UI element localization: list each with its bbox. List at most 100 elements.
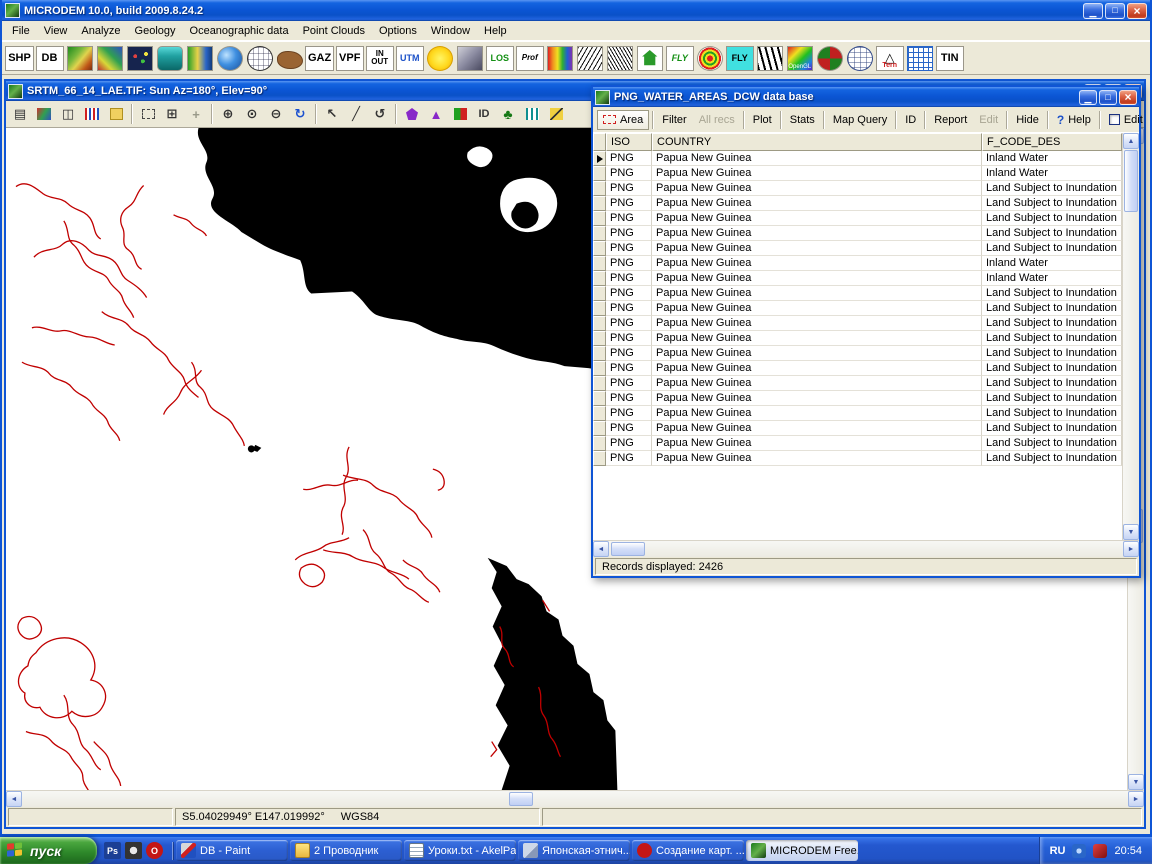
range-fan-button[interactable] bbox=[695, 43, 725, 73]
row-selector-cell[interactable] bbox=[593, 226, 606, 241]
task-explorer[interactable]: 2 Проводник bbox=[290, 840, 402, 861]
row-selector-cell[interactable] bbox=[593, 301, 606, 316]
row-selector-cell[interactable] bbox=[593, 331, 606, 346]
table-row[interactable]: PNG Papua New Guinea Inland Water bbox=[593, 166, 1122, 181]
report-button[interactable]: Report bbox=[929, 111, 972, 129]
vpf-button[interactable]: VPF bbox=[335, 43, 365, 73]
scroll-thumb[interactable] bbox=[611, 542, 645, 556]
db-horizontal-scrollbar[interactable]: ◄ ► bbox=[593, 540, 1139, 557]
zoom-out-button[interactable]: ⊖ bbox=[265, 103, 287, 125]
mountain-view-button[interactable]: ▲ bbox=[425, 103, 447, 125]
row-selector-cell[interactable] bbox=[593, 316, 606, 331]
scroll-thumb[interactable] bbox=[1124, 150, 1138, 212]
annotate-button[interactable] bbox=[105, 103, 127, 125]
zoom-in-button[interactable]: ⊕ bbox=[217, 103, 239, 125]
row-selector-cell[interactable] bbox=[593, 196, 606, 211]
table-row[interactable]: PNG Papua New Guinea Inland Water bbox=[593, 256, 1122, 271]
language-indicator[interactable]: RU bbox=[1050, 845, 1066, 857]
menu-item[interactable]: Geology bbox=[128, 22, 183, 40]
export-image-button[interactable] bbox=[33, 103, 55, 125]
viewer-quicklaunch-icon[interactable] bbox=[125, 842, 142, 859]
plot-button[interactable]: Plot bbox=[748, 111, 777, 129]
table-row[interactable]: PNG Papua New Guinea Land Subject to Inu… bbox=[593, 286, 1122, 301]
minimize-button[interactable]: ▁ bbox=[1083, 2, 1103, 19]
db-vertical-scrollbar[interactable]: ▲ ▼ bbox=[1122, 133, 1139, 540]
scroll-up-button[interactable]: ▲ bbox=[1123, 133, 1139, 149]
menu-item[interactable]: Oceanographic data bbox=[183, 22, 296, 40]
stats-button[interactable]: Stats bbox=[785, 111, 820, 129]
overlay-button[interactable] bbox=[545, 103, 567, 125]
table-row[interactable]: PNG Papua New Guinea Land Subject to Inu… bbox=[593, 346, 1122, 361]
row-selector-cell[interactable] bbox=[593, 181, 606, 196]
urban-button[interactable] bbox=[635, 43, 665, 73]
scroll-right-button[interactable]: ► bbox=[1128, 791, 1144, 807]
open-dem-button[interactable] bbox=[65, 43, 94, 73]
photoshop-quicklaunch-icon[interactable]: Ps bbox=[104, 842, 121, 859]
db-titlebar[interactable]: PNG_WATER_AREAS_DCW data base ▁ □ × bbox=[593, 87, 1139, 107]
geoid-button[interactable] bbox=[815, 43, 845, 73]
db-minimize-button[interactable]: ▁ bbox=[1079, 89, 1097, 105]
row-selector-cell[interactable] bbox=[593, 436, 606, 451]
edit-checkbox[interactable]: Edit bbox=[1104, 111, 1148, 129]
row-selector-cell[interactable] bbox=[593, 241, 606, 256]
row-selector-cell[interactable] bbox=[593, 166, 606, 181]
row-selector-cell[interactable] bbox=[593, 451, 606, 466]
db-button[interactable]: DB bbox=[35, 43, 64, 73]
ridge-trace-button[interactable] bbox=[575, 43, 605, 73]
task-document[interactable]: Японская-этнич... bbox=[518, 840, 630, 861]
redraw-button[interactable]: ↻ bbox=[289, 103, 311, 125]
merge-dem-button[interactable] bbox=[95, 43, 124, 73]
task-paint[interactable]: DB - Paint bbox=[176, 840, 288, 861]
gazetteer-button[interactable] bbox=[275, 43, 304, 73]
db-close-button[interactable]: × bbox=[1119, 89, 1137, 105]
row-selector-cell[interactable] bbox=[593, 406, 606, 421]
db-maximize-button[interactable]: □ bbox=[1099, 89, 1117, 105]
fly-through-button[interactable]: FLY bbox=[665, 43, 695, 73]
print-button[interactable]: ▤ bbox=[9, 103, 31, 125]
tin-button[interactable]: TIN bbox=[935, 43, 965, 73]
row-selector-cell[interactable] bbox=[593, 286, 606, 301]
header-f-code-des[interactable]: F_CODE_DES bbox=[982, 133, 1122, 151]
task-opera[interactable]: Создание карт. ... bbox=[632, 840, 744, 861]
start-button[interactable]: пуск bbox=[0, 837, 97, 864]
table-row[interactable]: PNG Papua New Guinea Land Subject to Inu… bbox=[593, 241, 1122, 256]
shp-button[interactable]: SHP bbox=[5, 43, 34, 73]
table-row[interactable]: PNG Papua New Guinea Land Subject to Inu… bbox=[593, 316, 1122, 331]
menu-item[interactable]: Point Clouds bbox=[296, 22, 372, 40]
table-row[interactable]: PNG Papua New Guinea Land Subject to Inu… bbox=[593, 211, 1122, 226]
table-row[interactable]: PNG Papua New Guinea Land Subject to Inu… bbox=[593, 226, 1122, 241]
table-row[interactable]: PNG Papua New Guinea Inland Water bbox=[593, 271, 1122, 286]
checkbox-icon[interactable] bbox=[1108, 114, 1120, 125]
row-selector-cell[interactable] bbox=[593, 376, 606, 391]
tray-icon-blue[interactable] bbox=[1072, 843, 1087, 858]
row-selector-cell[interactable] bbox=[593, 151, 606, 166]
oceanographic-button[interactable] bbox=[155, 43, 184, 73]
id-tool-button[interactable]: ID bbox=[473, 103, 495, 125]
hide-button[interactable]: Hide bbox=[1011, 111, 1044, 129]
table-row[interactable]: PNG Papua New Guinea Land Subject to Inu… bbox=[593, 406, 1122, 421]
close-button[interactable]: × bbox=[1127, 2, 1147, 19]
menu-item[interactable]: File bbox=[5, 22, 37, 40]
row-selector-cell[interactable] bbox=[593, 361, 606, 376]
scroll-down-button[interactable]: ▼ bbox=[1128, 774, 1144, 790]
select-button[interactable]: ↖ bbox=[321, 103, 343, 125]
help-button[interactable]: ? Help bbox=[1052, 110, 1096, 130]
main-titlebar[interactable]: MICRODEM 10.0, build 2009.8.24.2 ▁ □ × bbox=[2, 0, 1150, 21]
polygon-button[interactable] bbox=[401, 103, 423, 125]
profile-tool-button[interactable] bbox=[521, 103, 543, 125]
subset-region-button[interactable] bbox=[137, 103, 159, 125]
table-row[interactable]: PNG Papua New Guinea Land Subject to Inu… bbox=[593, 391, 1122, 406]
scroll-thumb[interactable] bbox=[508, 792, 533, 806]
filter-button[interactable]: Filter bbox=[657, 111, 691, 129]
profile-button[interactable]: Prof bbox=[515, 43, 545, 73]
gaz-button[interactable]: GAZ bbox=[305, 43, 335, 73]
distance-button[interactable]: ╱ bbox=[345, 103, 367, 125]
world-map-button[interactable] bbox=[215, 43, 244, 73]
zoom-window-button[interactable]: ⊙ bbox=[241, 103, 263, 125]
wireframe-globe-button[interactable] bbox=[845, 43, 875, 73]
scroll-left-button[interactable]: ◄ bbox=[593, 541, 609, 557]
map-query-button[interactable]: Map Query bbox=[828, 111, 892, 129]
sun-position-button[interactable] bbox=[425, 43, 455, 73]
scroll-right-button[interactable]: ► bbox=[1123, 541, 1139, 557]
satellite-button[interactable] bbox=[455, 43, 485, 73]
